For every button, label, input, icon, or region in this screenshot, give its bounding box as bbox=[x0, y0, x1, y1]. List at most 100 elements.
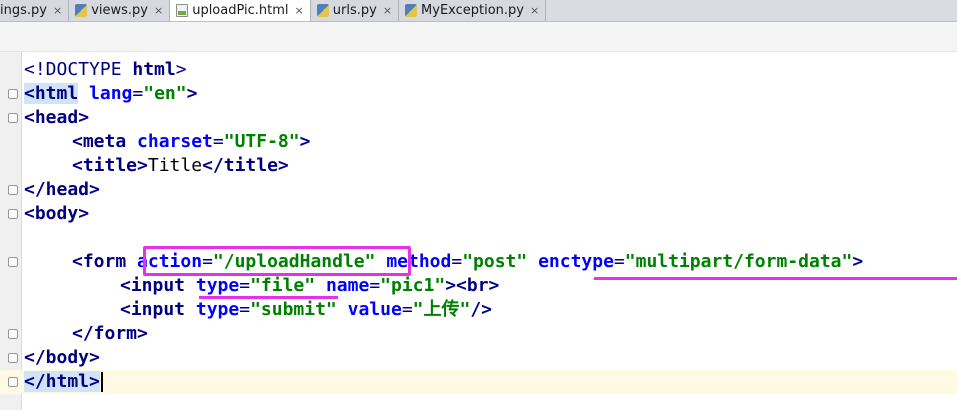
attr-token: type bbox=[195, 275, 240, 296]
annotation-box-action bbox=[143, 246, 411, 276]
tab-label: urls.py bbox=[332, 3, 377, 18]
fold-marker-icon[interactable] bbox=[8, 209, 18, 219]
string-token: "multipart/form-data" bbox=[624, 251, 853, 272]
attr-token: enctype bbox=[538, 251, 614, 272]
tag-token: </form bbox=[72, 323, 138, 344]
fold-marker-icon[interactable] bbox=[8, 377, 18, 387]
code-line-11: <input type="submit" value="上传"/> bbox=[0, 298, 957, 322]
doctype-token: <!DOCTYPE bbox=[24, 59, 133, 80]
attr-token: value bbox=[347, 299, 402, 320]
token: = bbox=[401, 299, 413, 320]
tab-myexception-py[interactable]: MyException.py × bbox=[399, 0, 547, 21]
token: /> bbox=[470, 299, 493, 320]
token: = bbox=[132, 83, 144, 104]
token: > bbox=[137, 323, 148, 344]
token: > bbox=[488, 275, 500, 296]
fold-marker-icon[interactable] bbox=[8, 257, 18, 267]
tag-token: </head bbox=[24, 179, 90, 200]
tag-token: <input bbox=[120, 299, 186, 320]
attr-token: charset bbox=[137, 131, 213, 152]
token: = bbox=[369, 275, 381, 296]
string-token: "en" bbox=[143, 83, 187, 104]
text-token: Title bbox=[147, 155, 203, 176]
fold-marker-icon[interactable] bbox=[8, 353, 18, 363]
code-line-1: <!DOCTYPE html> bbox=[0, 58, 957, 82]
string-token: "file" bbox=[250, 275, 316, 296]
fold-marker-icon[interactable] bbox=[8, 89, 18, 99]
tag-token: </title bbox=[202, 155, 278, 176]
string-token: "上传" bbox=[412, 299, 471, 320]
token: = bbox=[613, 251, 625, 272]
python-file-icon bbox=[405, 4, 418, 17]
tag-token: <head bbox=[24, 107, 79, 128]
fold-marker-icon[interactable] bbox=[8, 185, 18, 195]
token: > bbox=[78, 107, 90, 128]
token: = bbox=[212, 131, 224, 152]
code-line-2: <html lang="en"> bbox=[0, 82, 957, 106]
code-line-14: </html> bbox=[0, 370, 957, 394]
token: = bbox=[239, 275, 251, 296]
token: > bbox=[299, 131, 311, 152]
code-editor[interactable]: <!DOCTYPE html> <html lang="en"> <head> … bbox=[0, 52, 957, 410]
breadcrumb-bar bbox=[0, 22, 957, 52]
close-icon[interactable]: × bbox=[383, 4, 392, 17]
doctype-keyword: html bbox=[132, 59, 176, 80]
token: > bbox=[186, 83, 198, 104]
python-file-icon bbox=[316, 4, 329, 17]
token: > bbox=[277, 155, 289, 176]
tab-views-py[interactable]: views.py × bbox=[69, 0, 171, 21]
text-cursor bbox=[100, 372, 103, 392]
code-line-3: <head> bbox=[0, 106, 957, 130]
tag-token: <br bbox=[456, 275, 489, 296]
editor-tab-bar: ings.py × views.py × uploadPic.html × ur… bbox=[0, 0, 957, 22]
attr-token: type bbox=[195, 299, 240, 320]
html-file-icon bbox=[176, 4, 189, 17]
token: > bbox=[445, 275, 457, 296]
code-line-7: <body> bbox=[0, 202, 957, 226]
close-icon[interactable]: × bbox=[530, 4, 539, 17]
string-token: "UTF-8" bbox=[223, 131, 300, 152]
string-token: "submit" bbox=[250, 299, 337, 320]
fold-marker-icon[interactable] bbox=[8, 113, 18, 123]
code-line-5: <title>Title</title> bbox=[0, 154, 957, 178]
code-line-6: </head> bbox=[0, 178, 957, 202]
token: > bbox=[89, 179, 100, 200]
tag-token: <input bbox=[120, 275, 186, 296]
token: > bbox=[852, 251, 864, 272]
string-token: "post" bbox=[462, 251, 528, 272]
token: > bbox=[137, 155, 148, 176]
token: = bbox=[239, 299, 251, 320]
tag-token: <body bbox=[24, 203, 79, 224]
attr-token: name bbox=[325, 275, 370, 296]
annotation-underline-type-file bbox=[199, 296, 338, 299]
fold-marker-icon[interactable] bbox=[8, 329, 18, 339]
token: > bbox=[89, 371, 100, 392]
tag-token: </body bbox=[24, 347, 90, 368]
tag-token: </html bbox=[24, 371, 90, 392]
attr-token: lang bbox=[89, 83, 133, 104]
tab-label: MyException.py bbox=[421, 3, 524, 18]
token: = bbox=[451, 251, 463, 272]
tab-urls-py[interactable]: urls.py × bbox=[310, 0, 400, 21]
annotation-underline-enctype bbox=[594, 277, 957, 280]
token: > bbox=[78, 203, 90, 224]
code-line-12: </form> bbox=[0, 322, 957, 346]
tab-label: uploadPic.html bbox=[192, 3, 289, 18]
token: > bbox=[89, 347, 100, 368]
tag-token: <title bbox=[72, 155, 138, 176]
tab-settings-py[interactable]: ings.py × bbox=[0, 0, 70, 21]
string-token: "pic1" bbox=[380, 275, 446, 296]
close-icon[interactable]: × bbox=[53, 4, 62, 17]
close-icon[interactable]: × bbox=[154, 4, 163, 17]
code-line-13: </body> bbox=[0, 346, 957, 370]
python-file-icon bbox=[75, 4, 88, 17]
tag-token: <form bbox=[72, 251, 127, 272]
tab-label: ings.py bbox=[0, 3, 47, 18]
close-icon[interactable]: × bbox=[295, 4, 304, 17]
tag-token: <meta bbox=[72, 131, 127, 152]
tab-label: views.py bbox=[91, 3, 148, 18]
code-line-4: <meta charset="UTF-8"> bbox=[0, 130, 957, 154]
tab-uploadpic-html[interactable]: uploadPic.html × bbox=[170, 0, 311, 21]
token: > bbox=[175, 59, 187, 80]
tag-token: <html bbox=[24, 83, 79, 104]
